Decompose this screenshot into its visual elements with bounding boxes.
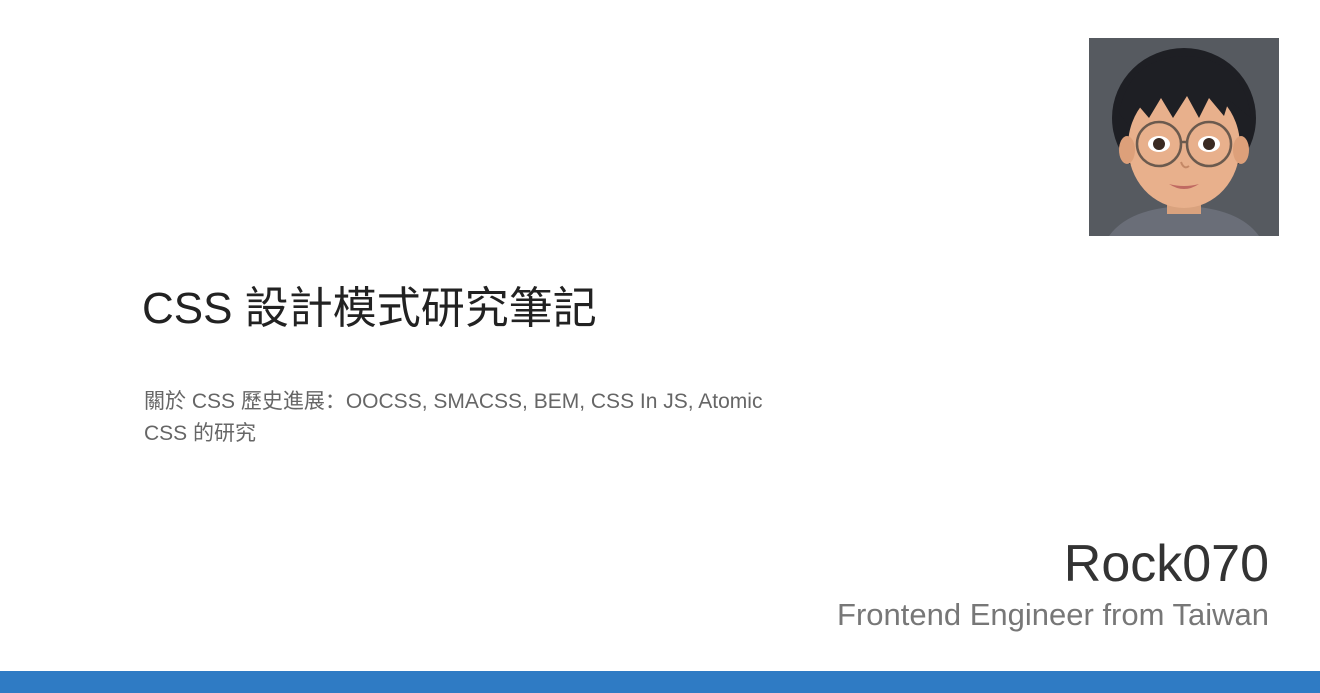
footer-accent-bar [0,671,1320,693]
author-role: Frontend Engineer from Taiwan [837,597,1269,632]
post-description: 關於 CSS 歷史進展：OOCSS, SMACSS, BEM, CSS In J… [144,390,763,445]
author-avatar [1089,38,1279,236]
avatar-portrait-icon [1089,38,1279,236]
post-title: CSS 設計模式研究筆記 [142,284,597,333]
author-name: Rock070 [1063,535,1269,593]
